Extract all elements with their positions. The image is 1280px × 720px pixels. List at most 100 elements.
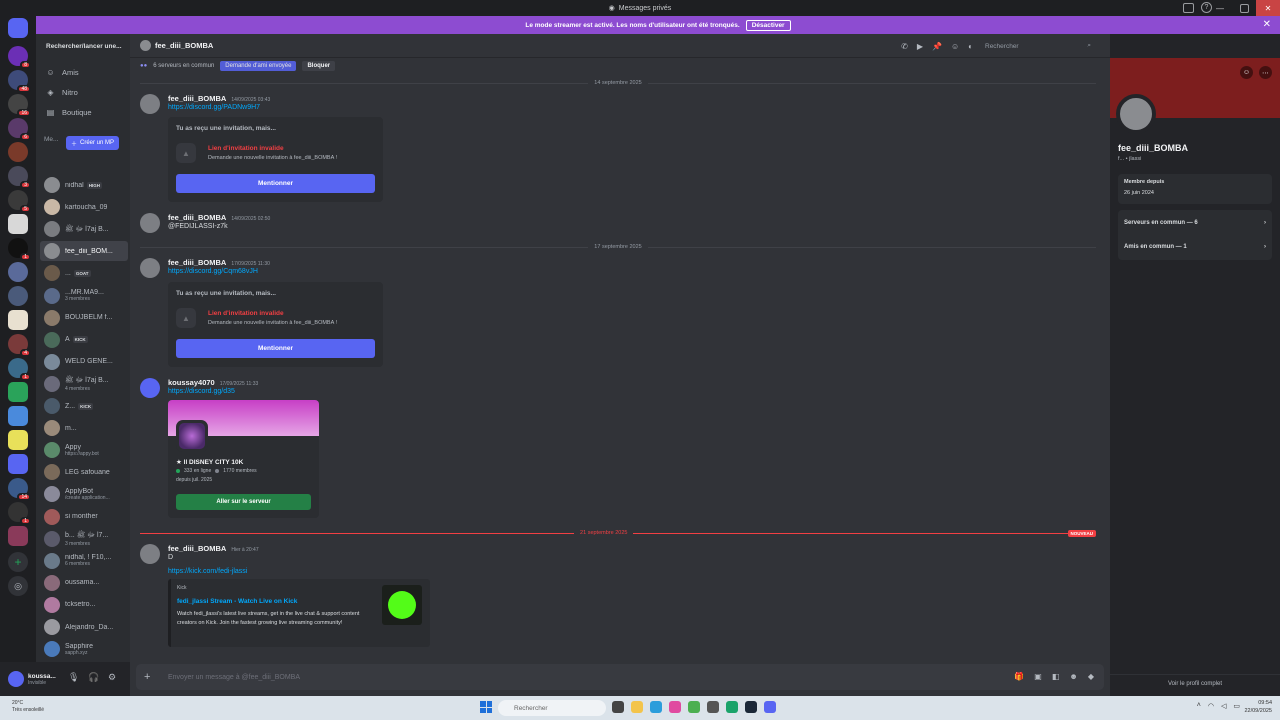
file-explorer-icon[interactable] <box>631 701 643 713</box>
message-author[interactable]: fee_diii_BOMBA <box>168 544 226 553</box>
dm-search-button[interactable]: Rechercher/lancer une... <box>42 40 126 53</box>
server-icon[interactable] <box>8 526 28 546</box>
discord-icon[interactable] <box>764 701 776 713</box>
server-icon[interactable]: 8 <box>8 46 31 69</box>
server-icon[interactable]: 16 <box>8 94 31 117</box>
video-icon[interactable]: ▶ <box>917 42 923 51</box>
dm-item[interactable]: ...MR.MA9... 3 membres <box>40 286 128 306</box>
server-icon[interactable]: 6 <box>8 118 31 141</box>
dm-item[interactable]: BOUJBELM f... <box>40 308 128 328</box>
mutual-servers-row[interactable]: Serveurs en commun — 6 › <box>1118 211 1272 235</box>
server-icon[interactable] <box>8 430 28 450</box>
app-icon[interactable] <box>669 701 681 713</box>
steam-icon[interactable] <box>745 701 757 713</box>
server-icon[interactable] <box>8 382 28 402</box>
edge-icon[interactable] <box>650 701 662 713</box>
dm-item[interactable]: b... ﷻ ﷺ l7... 3 membres <box>40 529 128 549</box>
deactivate-streamer-button[interactable]: Désactiver <box>745 19 791 31</box>
app-icon[interactable] <box>726 701 738 713</box>
message-author[interactable]: fee_diii_BOMBA <box>168 258 226 267</box>
block-button[interactable]: Bloquer <box>302 61 336 71</box>
message-input[interactable]: Envoyer un message à @fee_diii_BOMBA <box>168 674 300 681</box>
message-composer[interactable]: + Envoyer un message à @fee_diii_BOMBA 🎁… <box>136 664 1104 690</box>
server-icon[interactable] <box>8 286 28 306</box>
gif-icon[interactable]: ▣ <box>1034 672 1042 681</box>
call-icon[interactable]: ✆ <box>901 42 908 51</box>
gear-icon[interactable]: ⚙ <box>108 672 116 683</box>
emoji-icon[interactable]: ☻ <box>1069 672 1077 681</box>
message-link[interactable]: https://discord.gg/PADNw9H7 <box>168 104 260 111</box>
message-author[interactable]: fee_diii_BOMBA <box>168 94 226 103</box>
mention-button[interactable]: Mentionner <box>176 174 375 193</box>
server-icon[interactable]: 1 <box>8 358 31 381</box>
close-button[interactable]: ✕ <box>1256 0 1280 16</box>
chevron-up-icon[interactable]: ˄ <box>1197 702 1201 710</box>
add-friend-icon[interactable]: ☺ <box>951 42 959 51</box>
server-icon[interactable] <box>8 214 28 234</box>
server-icon[interactable] <box>8 310 28 330</box>
dm-item[interactable]: Appy https://appy.bot <box>40 440 128 460</box>
avatar[interactable] <box>140 40 151 51</box>
server-icon[interactable] <box>8 142 28 162</box>
dm-item[interactable]: fee_diii_BOM... <box>40 241 128 262</box>
apps-icon[interactable]: ◆ <box>1088 672 1094 681</box>
app-icon[interactable] <box>707 701 719 713</box>
dm-item[interactable]: tcksetro... <box>40 595 128 615</box>
avatar[interactable] <box>1116 94 1156 134</box>
view-full-profile-link[interactable]: Voir le profil complet <box>1110 674 1280 687</box>
avatar[interactable] <box>140 544 160 564</box>
avatar[interactable] <box>140 258 160 278</box>
home-button[interactable] <box>8 18 28 38</box>
avatar[interactable] <box>140 94 160 114</box>
chat-search-input[interactable]: Rechercher ⌕ <box>982 40 1094 52</box>
message-link[interactable]: https://discord.gg/Cqm68vJH <box>168 268 258 275</box>
message-link[interactable]: https://discord.gg/d35 <box>168 388 235 395</box>
server-icon[interactable]: 1 <box>8 502 31 525</box>
nav-friends[interactable]: ☺ Amis <box>42 64 126 80</box>
friend-request-button[interactable]: Demande d'ami envoyée <box>220 61 297 71</box>
inbox-icon[interactable] <box>1183 3 1194 13</box>
chrome-icon[interactable] <box>688 701 700 713</box>
message-link[interactable]: https://kick.com/fedi-jlassi <box>168 568 247 575</box>
nav-nitro[interactable]: ◈ Nitro <box>42 84 126 100</box>
embed-title[interactable]: fedi_jlassi Stream - Watch Live on Kick <box>177 598 297 605</box>
maximize-button[interactable] <box>1232 0 1256 16</box>
nav-shop[interactable]: ▤ Boutique <box>42 104 126 120</box>
microphone-icon[interactable]: 🎙 <box>68 672 79 683</box>
windows-start-icon[interactable] <box>480 701 492 713</box>
server-icon[interactable] <box>8 262 28 282</box>
dm-item[interactable]: LEG safouane <box>40 462 128 482</box>
battery-icon[interactable]: ▭ <box>1233 702 1240 710</box>
server-icon[interactable]: 1 <box>8 238 31 261</box>
server-icon[interactable]: 48 <box>8 70 31 93</box>
headset-icon[interactable]: 🎧 <box>88 672 99 683</box>
task-view-icon[interactable] <box>612 701 624 713</box>
dm-item[interactable]: m... <box>40 418 128 438</box>
weather-widget[interactable]: 20°C Très ensoleillé <box>12 700 44 714</box>
join-server-button[interactable]: Aller sur le serveur <box>176 494 311 510</box>
pin-icon[interactable]: 📌 <box>932 42 942 51</box>
dm-item[interactable]: ﷻ ﷺ l7aj B... <box>40 219 128 239</box>
message-author[interactable]: koussay4070 <box>168 378 215 387</box>
dm-item[interactable]: nidhal, ! F10,... 6 membres <box>40 551 128 571</box>
dm-item[interactable]: Alejandro_Da... <box>40 617 128 637</box>
server-icon[interactable]: 4 <box>8 334 31 357</box>
dm-item[interactable]: A KICK <box>40 330 128 350</box>
add-server-icon[interactable]: + <box>8 552 28 572</box>
server-icon[interactable]: 3 <box>8 166 31 189</box>
minimize-button[interactable]: — <box>1208 0 1232 16</box>
server-icon[interactable] <box>8 406 28 426</box>
add-friend-icon[interactable]: ☺ <box>1240 66 1253 79</box>
system-clock[interactable]: 09:54 22/09/2025 <box>1244 699 1272 715</box>
server-icon[interactable] <box>8 454 28 474</box>
gift-icon[interactable]: 🎁 <box>1014 672 1024 681</box>
dm-item[interactable]: si monther <box>40 507 128 527</box>
volume-icon[interactable]: ◁ <box>1221 702 1226 710</box>
embed-thumbnail[interactable] <box>382 585 422 625</box>
dm-item[interactable]: WELD GENE... <box>40 352 128 372</box>
more-icon[interactable]: ⋯ <box>1259 66 1272 79</box>
profile-icon[interactable]: ◐ <box>968 42 973 51</box>
dm-item[interactable]: ApplyBot/create application... <box>40 484 128 504</box>
dm-item[interactable]: ... GOAT <box>40 263 128 283</box>
dm-item[interactable]: kartoucha_09 <box>40 197 128 217</box>
